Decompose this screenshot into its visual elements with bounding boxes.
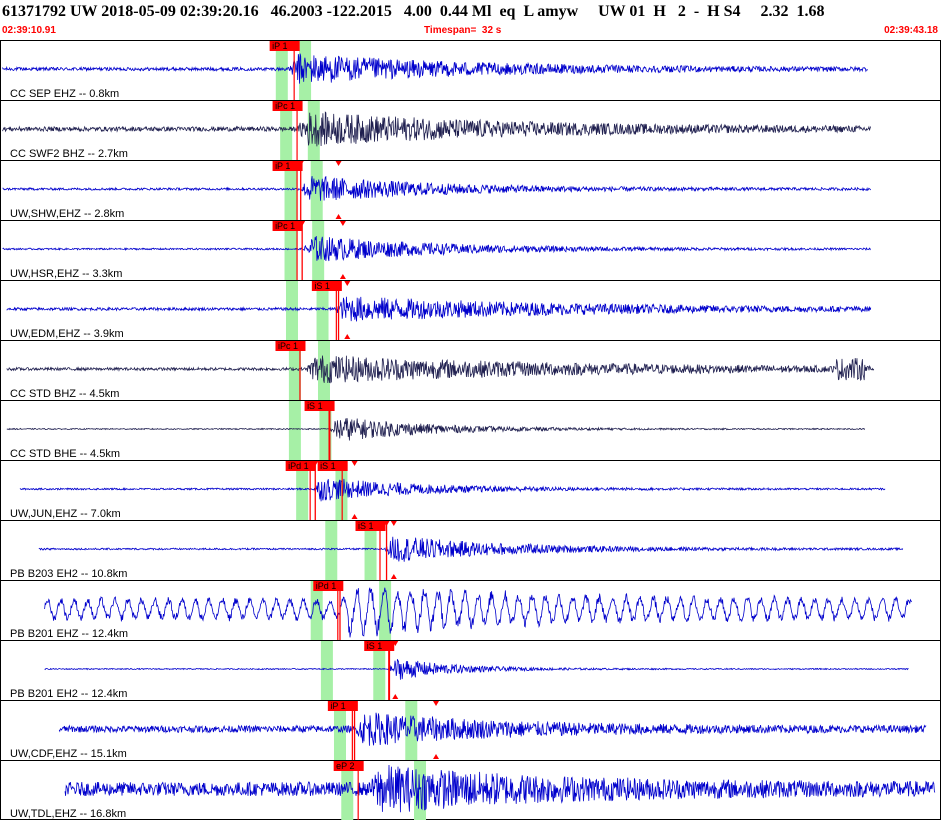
waveform-trace	[2, 111, 872, 147]
waveform-trace	[64, 764, 936, 813]
pick-label: iPc 1	[275, 221, 295, 231]
pick-label: iS 1	[307, 401, 323, 411]
pick-marker	[339, 221, 346, 226]
waveform-trace	[2, 53, 869, 84]
trace-label: UW,TDL,EHZ -- 16.8km	[10, 808, 126, 820]
phase-window	[320, 641, 333, 700]
waveform-trace	[6, 417, 866, 441]
pick-label: iPd 1	[316, 581, 337, 591]
pick-label: iPc 1	[275, 101, 295, 111]
phase-window	[325, 521, 338, 580]
pick-marker	[351, 461, 358, 466]
pick-marker	[390, 521, 397, 526]
pick-marker	[339, 274, 346, 279]
trace-label: CC STD BHZ -- 4.5km	[10, 388, 119, 400]
trace-label: CC SEP EHZ -- 0.8km	[10, 88, 119, 100]
seismogram-panel: iP 1 CC SEP EHZ -- 0.8km iPc 1 CC SWF2 BHZ …	[0, 40, 941, 820]
pick-label: iS 1	[314, 281, 330, 291]
pick-label: iP 1	[330, 701, 345, 711]
trace-label: UW,HSR,EHZ -- 3.3km	[10, 268, 122, 280]
pick-marker	[335, 161, 342, 166]
pick-label: iP 1	[272, 41, 287, 51]
waveform-trace	[38, 536, 904, 562]
waveform-trace	[58, 712, 927, 746]
trace-label: PB B203 EH2 -- 10.8km	[10, 568, 127, 580]
trace-label: PB B201 EH2 -- 12.4km	[10, 688, 127, 700]
pick-label: iS 1	[367, 641, 383, 651]
pick-label: iP 1	[275, 161, 290, 171]
pick-label: iS 1	[320, 461, 336, 471]
phase-window	[288, 401, 301, 460]
pick-label: eP 2	[336, 761, 354, 771]
pick-label: iPc 1	[278, 341, 298, 351]
pick-marker	[392, 694, 399, 699]
trace-label: UW,CDF,EHZ -- 15.1km	[10, 748, 127, 760]
trace-label: CC SWF2 BHZ -- 2.7km	[10, 148, 128, 160]
pick-marker	[433, 701, 440, 706]
pick-marker	[335, 214, 342, 219]
waveform-trace	[44, 659, 909, 680]
waveform-trace	[6, 355, 875, 384]
pick-label: iPd 1	[288, 461, 309, 471]
waveform-trace	[2, 175, 872, 201]
pick-marker	[351, 514, 358, 519]
trace-label: CC STD BHE -- 4.5km	[10, 448, 120, 460]
waveform-trace	[2, 236, 872, 262]
waveform-trace	[6, 296, 872, 322]
pick-marker	[433, 754, 440, 759]
trace-label: UW,EDM,EHZ -- 3.9km	[10, 328, 124, 340]
pick-marker	[390, 574, 397, 579]
trace-label: PB B201 EHZ -- 12.4km	[10, 628, 128, 640]
phase-window	[317, 341, 330, 400]
phase-window	[312, 221, 325, 280]
trace-label: UW,SHW,EHZ -- 2.8km	[10, 208, 124, 220]
pick-marker	[344, 281, 351, 286]
pick-marker	[344, 334, 351, 339]
pick-label: iS 1	[358, 521, 374, 531]
waveform-trace	[44, 587, 912, 638]
waveform-trace	[19, 478, 886, 502]
trace-label: UW,JUN,EHZ -- 7.0km	[10, 508, 121, 520]
